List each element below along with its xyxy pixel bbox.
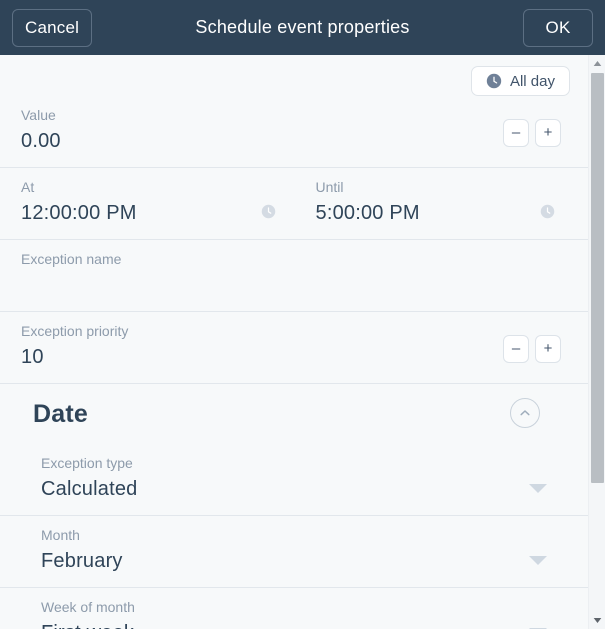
all-day-button[interactable]: All day: [470, 66, 570, 96]
until-field[interactable]: Until 5:00:00 PM: [293, 168, 588, 240]
chevron-down-icon[interactable]: [529, 484, 547, 493]
until-label: Until: [315, 179, 344, 195]
triangle-up-icon: [593, 61, 602, 66]
clock-icon[interactable]: [540, 204, 555, 219]
value-increment-button[interactable]: +: [535, 119, 561, 147]
week-of-month-field[interactable]: Week of month First week: [0, 588, 588, 629]
value-label: Value: [21, 107, 56, 123]
week-of-month-label: Week of month: [41, 599, 135, 615]
value-field[interactable]: Value 0.00 – +: [0, 96, 588, 168]
until-input[interactable]: 5:00:00 PM: [316, 198, 571, 228]
all-day-label: All day: [509, 72, 555, 90]
title-bar: Cancel Schedule event properties OK: [0, 0, 605, 55]
exception-type-value[interactable]: Calculated: [41, 474, 547, 504]
value-decrement-button[interactable]: –: [503, 119, 529, 147]
scroll-up-button[interactable]: [589, 55, 605, 72]
all-day-row: All day: [0, 55, 588, 96]
at-label: At: [21, 179, 35, 195]
date-section-collapse-button[interactable]: [510, 398, 540, 428]
time-range-row: At 12:00:00 PM Until 5:00:00 PM: [0, 168, 588, 240]
triangle-down-icon: [593, 618, 602, 623]
vertical-scrollbar[interactable]: [588, 55, 605, 629]
exception-name-field[interactable]: Exception name: [0, 240, 588, 312]
at-field[interactable]: At 12:00:00 PM: [0, 168, 294, 240]
date-section-title: Date: [33, 399, 88, 428]
exception-priority-input[interactable]: 10: [21, 342, 570, 372]
week-of-month-value[interactable]: First week: [41, 618, 547, 629]
exception-name-label: Exception name: [21, 251, 122, 267]
schedule-event-properties-dialog: Cancel Schedule event properties OK All …: [0, 0, 605, 629]
at-input[interactable]: 12:00:00 PM: [21, 198, 276, 228]
value-input[interactable]: 0.00: [21, 126, 570, 156]
month-field[interactable]: Month February: [0, 516, 588, 588]
value-stepper: – +: [503, 119, 561, 147]
month-value[interactable]: February: [41, 546, 547, 576]
scroll-down-button[interactable]: [589, 612, 605, 629]
scrollbar-thumb[interactable]: [591, 73, 604, 483]
exception-type-field[interactable]: Exception type Calculated: [0, 444, 588, 516]
chevron-up-icon: [520, 410, 530, 416]
month-label: Month: [41, 527, 80, 543]
cancel-button[interactable]: Cancel: [12, 8, 93, 47]
exception-priority-field[interactable]: Exception priority 10 – +: [0, 312, 588, 384]
form-scroll-area: All day Value 0.00 – + At 12:00:00 PM Un…: [0, 55, 588, 629]
chevron-down-icon[interactable]: [529, 556, 547, 565]
exception-priority-label: Exception priority: [21, 323, 129, 339]
exception-priority-stepper: – +: [503, 335, 561, 363]
exception-priority-increment-button[interactable]: +: [535, 335, 561, 363]
exception-priority-decrement-button[interactable]: –: [503, 335, 529, 363]
exception-type-label: Exception type: [41, 455, 133, 471]
ok-button[interactable]: OK: [523, 8, 593, 47]
date-section-header[interactable]: Date: [0, 384, 588, 444]
clock-icon[interactable]: [261, 204, 276, 219]
clock-icon: [486, 73, 502, 89]
